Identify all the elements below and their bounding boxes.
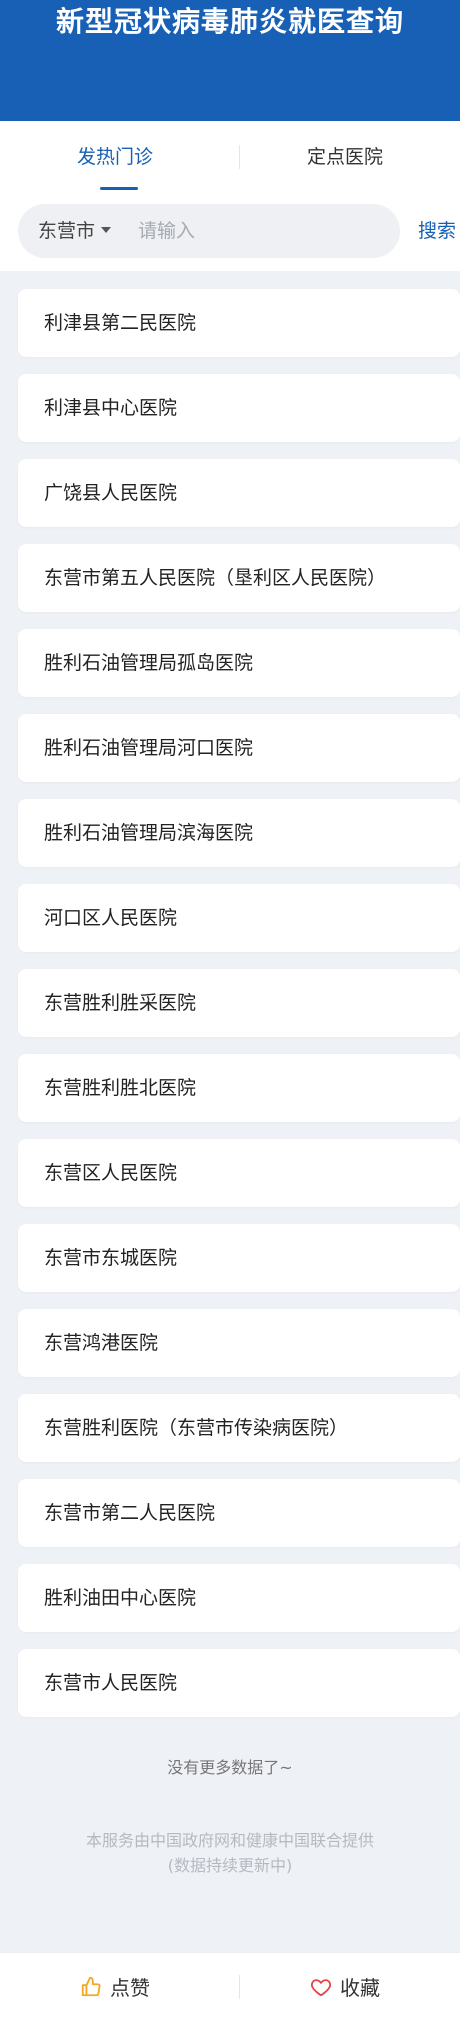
hospital-item[interactable]: 东营胜利胜采医院 [18, 969, 460, 1037]
favorite-button[interactable]: 收藏 [230, 1953, 460, 2019]
hospital-item[interactable]: 东营市东城医院 [18, 1224, 460, 1292]
hospital-item[interactable]: 利津县中心医院 [18, 374, 460, 442]
hospital-item[interactable]: 胜利石油管理局滨海医院 [18, 799, 460, 867]
hospital-list: 利津县第二民医院 利津县中心医院 广饶县人民医院 东营市第五人民医院（垦利区人民医院）… [18, 289, 460, 1734]
caret-down-icon [101, 226, 112, 233]
page-header: 新型冠状病毒肺炎就医查询 [0, 0, 460, 121]
hospital-item[interactable]: 广饶县人民医院 [18, 459, 460, 527]
hospital-item[interactable]: 胜利石油管理局孤岛医院 [18, 629, 460, 697]
hospital-item[interactable]: 东营胜利胜北医院 [18, 1054, 460, 1122]
data-update-text: (数据持续更新中) [167, 1856, 293, 1875]
thumbs-up-icon [81, 1976, 101, 1996]
like-label: 点赞 [110, 1976, 150, 2000]
hospital-item[interactable]: 东营市第二人民医院 [18, 1479, 460, 1547]
bottom-action-bar: 点赞 收藏 [0, 1952, 460, 2019]
hospital-item[interactable]: 河口区人民医院 [18, 884, 460, 952]
hospital-item[interactable]: 东营市人民医院 [18, 1649, 460, 1717]
search-button[interactable]: 搜索 [418, 204, 456, 258]
hospital-item[interactable]: 东营鸿港医院 [18, 1309, 460, 1377]
tab-fever-clinic[interactable]: 发热门诊 [0, 121, 230, 193]
city-selector[interactable]: 东营市 [38, 204, 112, 258]
hospital-item[interactable]: 胜利油田中心医院 [18, 1564, 460, 1632]
hospital-item[interactable]: 利津县第二民医院 [18, 289, 460, 357]
tab-bar: 发热门诊 定点医院 [0, 121, 460, 193]
search-input[interactable] [138, 213, 388, 249]
search-bar: 东营市 搜索 [0, 193, 460, 271]
heart-icon [310, 1978, 332, 1996]
city-selector-label: 东营市 [38, 220, 96, 242]
service-note: 本服务由中国政府网和健康中国联合提供 (数据持续更新中) [0, 1828, 460, 1878]
hospital-item[interactable]: 胜利石油管理局河口医院 [18, 714, 460, 782]
hospital-item[interactable]: 东营区人民医院 [18, 1139, 460, 1207]
active-tab-indicator [100, 187, 138, 190]
service-provider-text: 本服务由中国政府网和健康中国联合提供 [85, 1831, 374, 1850]
page-title: 新型冠状病毒肺炎就医查询 [55, 5, 404, 38]
favorite-label: 收藏 [340, 1976, 380, 2000]
like-button[interactable]: 点赞 [0, 1953, 230, 2019]
search-box: 东营市 [18, 204, 400, 258]
tab-designated-hospital[interactable]: 定点医院 [230, 121, 460, 193]
hospital-item[interactable]: 东营市第五人民医院（垦利区人民医院） [18, 544, 460, 612]
no-more-data-text: 没有更多数据了~ [167, 1758, 293, 1777]
hospital-item[interactable]: 东营胜利医院（东营市传染病医院） [18, 1394, 460, 1462]
